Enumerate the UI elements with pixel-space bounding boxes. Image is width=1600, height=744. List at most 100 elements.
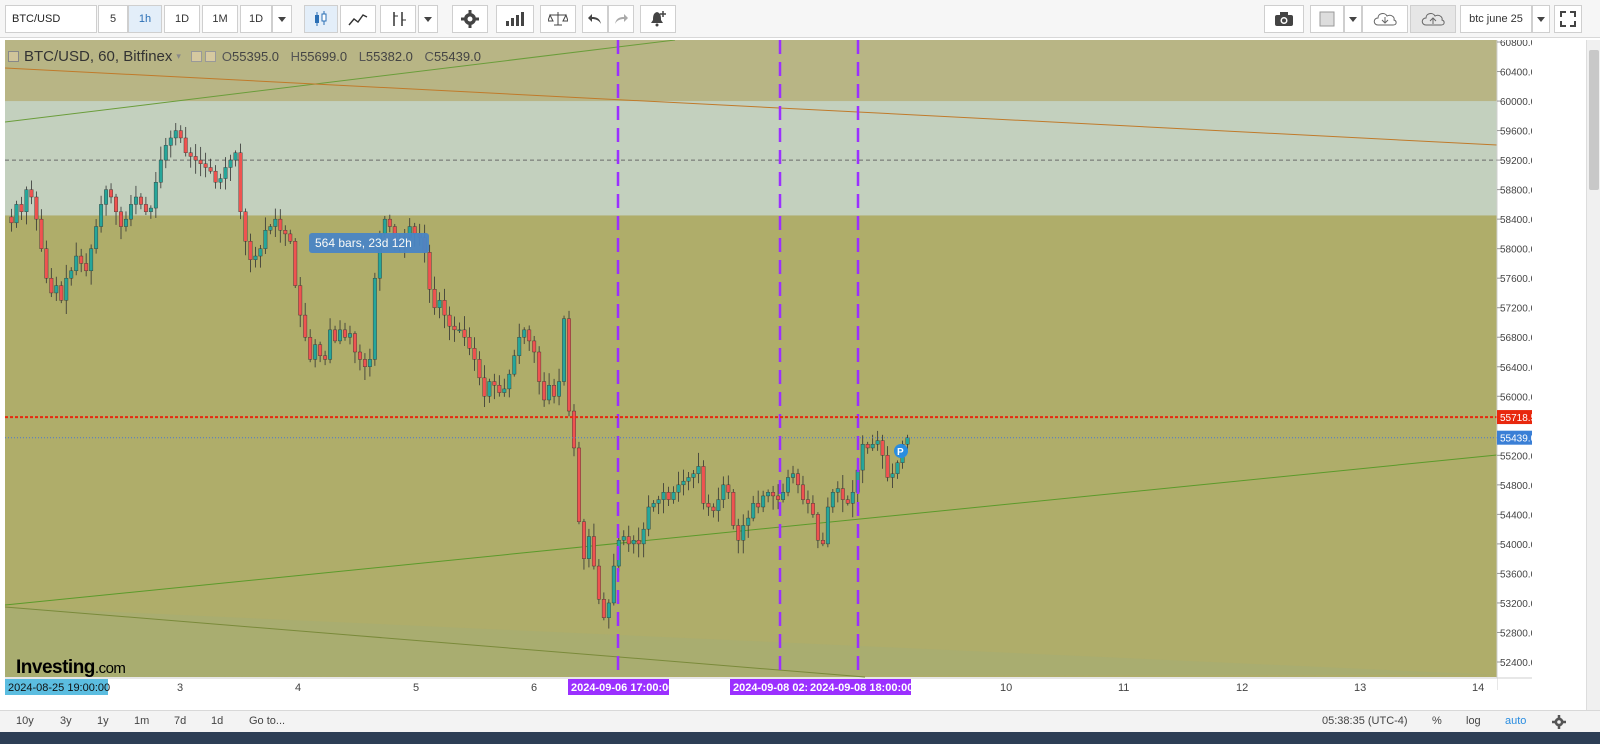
interval-custom-button[interactable]: 1D	[240, 5, 272, 33]
candle-up	[253, 255, 258, 260]
candle-down	[138, 196, 143, 205]
interval-label: 1M	[212, 13, 228, 25]
layout-search-field[interactable]: btc june 25	[1460, 5, 1532, 33]
chart-canvas[interactable]: P 60800.0 60400.0 60000.0 59600.0 59200.0 5880…	[5, 40, 1532, 696]
undo-button[interactable]	[582, 5, 608, 33]
legend-dropdown-icon[interactable]: ▾	[176, 51, 181, 62]
range-10y-button[interactable]: 10y	[16, 715, 34, 727]
interval-1h-button[interactable]: 1h	[128, 5, 162, 33]
time-tick-label: 12	[1236, 682, 1248, 694]
range-3y-button[interactable]: 3y	[60, 715, 72, 727]
clock-readout: 05:38:35 (UTC-4)	[1322, 715, 1408, 727]
candle-down	[114, 196, 118, 212]
candle-down	[701, 466, 706, 504]
chart-svg[interactable]: P 60800.0 60400.0 60000.0 59600.0 59200.0 5880…	[5, 40, 1532, 710]
range-1y-button[interactable]: 1y	[97, 715, 109, 727]
fullscreen-button[interactable]	[1554, 5, 1582, 33]
symbol-input[interactable]	[5, 5, 97, 33]
snapshot-button[interactable]	[1264, 5, 1304, 33]
candle-up	[611, 565, 616, 604]
candle-down	[362, 359, 367, 367]
compare-button[interactable]	[340, 5, 376, 33]
candle-down	[591, 536, 596, 567]
highlight-band	[5, 101, 1497, 216]
price-tick-label: 52800.0	[1500, 628, 1532, 639]
interval-5-button[interactable]: 5	[98, 5, 128, 33]
price-tick-label: 60000.0	[1500, 97, 1532, 108]
collapse-legend-icon[interactable]	[8, 51, 19, 62]
candle-down	[756, 503, 761, 508]
load-chart-button[interactable]	[1362, 5, 1408, 33]
candle-down	[288, 233, 293, 242]
candle-up	[89, 248, 94, 272]
candle-down	[49, 277, 54, 294]
candle-up	[716, 499, 721, 511]
price-tick-label: 60800.0	[1500, 40, 1532, 49]
indicators-button[interactable]	[380, 5, 416, 33]
candle-up	[104, 189, 109, 205]
candles-style-button[interactable]	[304, 5, 338, 33]
date-range-measure-label[interactable]: 564 bars, 23d 12h	[309, 233, 429, 253]
settings-button[interactable]	[452, 5, 488, 33]
interval-1m-button[interactable]: 1M	[202, 5, 238, 33]
indicators-dropdown-button[interactable]	[418, 5, 438, 33]
interval-1d-button[interactable]: 1D	[164, 5, 200, 33]
price-tick-label: 58800.0	[1500, 186, 1532, 197]
log-scale-button[interactable]: log	[1466, 715, 1481, 727]
candle-down	[243, 211, 248, 242]
color-theme-button[interactable]	[1310, 5, 1344, 33]
legend-remove-icon[interactable]	[204, 51, 216, 62]
candles-icon	[315, 11, 327, 26]
auto-scale-button[interactable]: auto	[1505, 715, 1526, 727]
candle-down	[293, 241, 298, 286]
candle-down	[462, 329, 467, 338]
range-1m-button[interactable]: 1m	[134, 715, 149, 727]
candle-down	[577, 447, 581, 522]
cloud-download-icon	[1373, 13, 1397, 26]
candle-down	[357, 351, 362, 360]
candle-down	[208, 167, 213, 172]
candle-up	[522, 329, 527, 338]
layout-dropdown-button[interactable]	[1532, 5, 1550, 33]
candle-up	[129, 204, 133, 220]
high-value: 55699.0	[300, 49, 348, 64]
price-tick-label: 54400.0	[1500, 510, 1532, 521]
redo-button[interactable]	[608, 5, 634, 33]
legend-settings-icon[interactable]	[190, 51, 202, 62]
candle-up	[24, 189, 29, 212]
candle-up	[696, 466, 701, 474]
compare-scale-button[interactable]	[540, 5, 576, 33]
save-chart-button[interactable]	[1410, 5, 1456, 33]
interval-dropdown-button[interactable]	[272, 5, 292, 33]
vertical-scrollbar[interactable]	[1586, 40, 1600, 730]
add-alert-button[interactable]	[640, 5, 676, 33]
percent-scale-button[interactable]: %	[1432, 715, 1442, 727]
price-tick-label: 54000.0	[1500, 540, 1532, 551]
color-theme-dropdown[interactable]	[1344, 5, 1362, 33]
candle-up	[691, 473, 696, 478]
range-1d-button[interactable]: 1d	[211, 715, 223, 727]
last-price-axis-text: 55439.0	[1500, 434, 1532, 445]
candle-down	[188, 152, 193, 157]
candle-down	[109, 189, 113, 198]
candle-up	[646, 506, 651, 530]
candle-up	[786, 477, 790, 493]
candle-down	[119, 211, 123, 227]
chart-legend: BTC/USD, 60, Bitfinex ▾ O55395.0 H55699.…	[5, 48, 489, 65]
range-7d-button[interactable]: 7d	[174, 715, 186, 727]
price-tick-label: 52400.0	[1500, 658, 1532, 669]
scrollbar-thumb[interactable]	[1589, 50, 1599, 190]
candle-up	[766, 492, 771, 497]
camera-icon	[1275, 12, 1293, 26]
square-icon	[1319, 11, 1335, 27]
price-tick-label: 53200.0	[1500, 599, 1532, 610]
chart-settings-gear-icon[interactable]	[1552, 715, 1566, 729]
time-tick-label: 10	[1000, 682, 1012, 694]
candle-up	[502, 388, 507, 393]
candle-up	[651, 503, 656, 508]
study-templates-button[interactable]	[496, 5, 534, 33]
candle-up	[681, 480, 686, 486]
price-tick-label: 56000.0	[1500, 392, 1532, 403]
price-tick-label: 59200.0	[1500, 156, 1532, 167]
go-to-date-button[interactable]: Go to...	[249, 715, 285, 727]
